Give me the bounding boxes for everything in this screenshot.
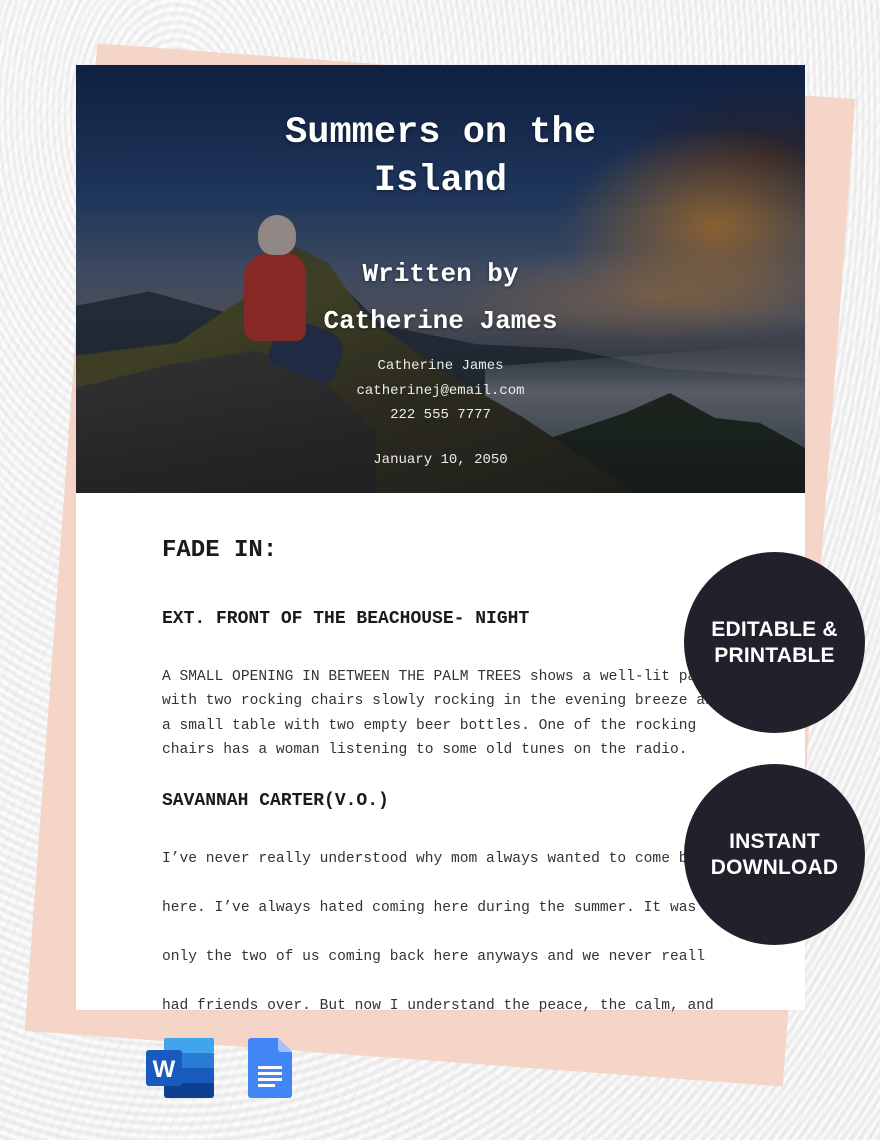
word-icon-graphic: W: [146, 1038, 214, 1098]
dialogue-line: only the two of us coming back here anyw…: [162, 948, 705, 965]
contact-phone: 222 555 7777: [390, 407, 491, 423]
action-line: with two rocking chairs slowly rocking i…: [162, 693, 714, 710]
docs-icon-graphic: [248, 1038, 292, 1098]
contact-block: Catherine James catherinej@email.com 222…: [76, 354, 805, 428]
badge-download-line-1: INSTANT: [729, 829, 820, 853]
dialogue-paragraph: I’ve never really understood why mom alw…: [162, 822, 722, 1043]
dialogue-line: here. I’ve always hated coming here duri…: [162, 899, 697, 916]
cover-hero-image: Summers on the Island Written by Catheri…: [76, 65, 805, 493]
dialogue-line: I’ve never really understood why mom alw…: [162, 850, 697, 867]
action-line: a small table with two empty beer bottle…: [162, 717, 697, 734]
author-name-heading: Catherine James: [323, 306, 558, 336]
badge-download-line-2: DOWNLOAD: [710, 855, 839, 879]
byline: Written by Catherine James: [76, 251, 805, 345]
contact-email: catherinej@email.com: [356, 382, 525, 399]
action-line: A SMALL OPENING IN BETWEEN THE PALM TREE…: [162, 669, 697, 685]
action-line: chairs has a woman listening to some old…: [162, 741, 688, 758]
instant-download-badge: INSTANT DOWNLOAD: [684, 764, 865, 945]
screenplay-title: Summers on the Island: [76, 109, 805, 205]
written-by-label: Written by: [362, 259, 519, 289]
word-icon-letter: W: [153, 1056, 176, 1083]
dialogue-line: had friends over. But now I understand t…: [162, 997, 714, 1014]
contact-name: Catherine James: [377, 358, 504, 374]
scene-heading: EXT. FRONT OF THE BEACHOUSE- NIGHT: [162, 609, 530, 629]
transition-fade-in: FADE IN:: [162, 537, 278, 564]
microsoft-word-icon[interactable]: W: [146, 1038, 214, 1098]
cover-date: January 10, 2050: [373, 452, 508, 468]
badge-editable-line-1: EDITABLE &: [711, 617, 838, 641]
character-name: SAVANNAH CARTER(V.O.): [162, 791, 389, 811]
title-line-1: Summers on the: [285, 112, 596, 154]
editable-printable-badge: EDITABLE & PRINTABLE: [684, 552, 865, 733]
google-docs-icon[interactable]: [248, 1038, 292, 1098]
title-line-2: Island: [373, 160, 508, 202]
badge-editable-line-2: PRINTABLE: [714, 643, 835, 667]
action-paragraph: A SMALL OPENING IN BETWEEN THE PALM TREE…: [162, 665, 722, 762]
